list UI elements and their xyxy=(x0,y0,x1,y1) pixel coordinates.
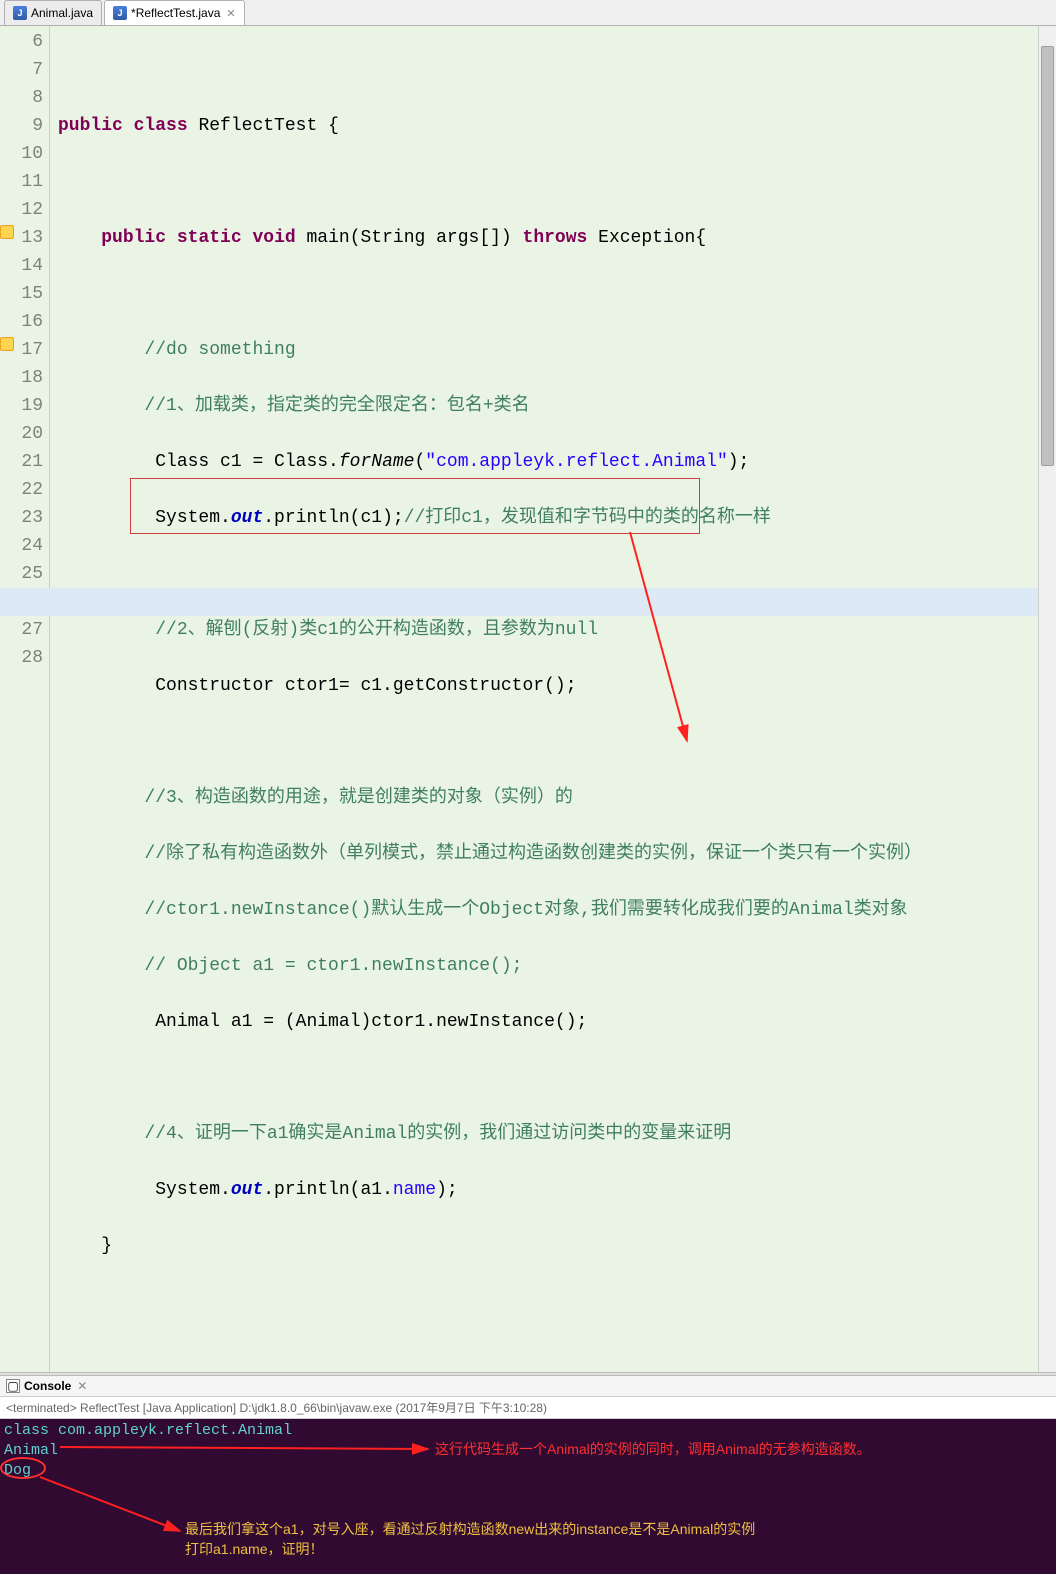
code-line xyxy=(58,560,1056,588)
console-output[interactable]: class com.appleyk.reflect.Animal Animal … xyxy=(0,1419,1056,1574)
warning-marker-icon[interactable] xyxy=(0,225,14,239)
annotation-text-1: 这行代码生成一个Animal的实例的同时，调用Animal的无参构造函数。 xyxy=(435,1439,871,1459)
scrollbar-thumb[interactable] xyxy=(1041,46,1054,466)
tab-label: Animal.java xyxy=(31,6,93,20)
editor-tabs: J Animal.java J *ReflectTest.java ✕ xyxy=(0,0,1056,26)
console-line: class com.appleyk.reflect.Animal xyxy=(4,1421,1052,1441)
console-status-line: <terminated> ReflectTest [Java Applicati… xyxy=(0,1397,1056,1419)
code-line xyxy=(58,56,1056,84)
annotation-text-2: 最后我们拿这个a1，对号入座，看通过反射构造函数new出来的instance是不… xyxy=(185,1519,755,1559)
code-line: //3、构造函数的用途，就是创建类的对象（实例）的 xyxy=(58,784,1056,812)
warning-marker-icon[interactable] xyxy=(0,337,14,351)
code-line: public class ReflectTest { xyxy=(58,112,1056,140)
close-icon[interactable]: ✕ xyxy=(226,7,235,20)
code-line: //1、加载类，指定类的完全限定名：包名+类名 xyxy=(58,392,1056,420)
tab-label: *ReflectTest.java xyxy=(131,6,220,20)
console-title[interactable]: Console xyxy=(24,1379,71,1393)
vertical-scrollbar[interactable] xyxy=(1038,26,1056,1372)
code-line: //2、解刨(反射)类c1的公开构造函数，且参数为null xyxy=(58,616,1056,644)
code-line xyxy=(58,1288,1056,1316)
code-line: //除了私有构造函数外（单列模式，禁止通过构造函数创建类的实例，保证一个类只有一… xyxy=(58,840,1056,868)
tab-reflecttest[interactable]: J *ReflectTest.java ✕ xyxy=(104,0,245,25)
code-line: Animal a1 = (Animal)ctor1.newInstance(); xyxy=(58,1008,1056,1036)
code-line: System.out.println(c1);//打印c1，发现值和字节码中的类… xyxy=(58,504,1056,532)
code-line xyxy=(58,728,1056,756)
code-line xyxy=(58,280,1056,308)
code-line: // Object a1 = ctor1.newInstance(); xyxy=(58,952,1056,980)
code-line: Class c1 = Class.forName("com.appleyk.re… xyxy=(58,448,1056,476)
line-number-gutter: 6 7 8 9 10 11 12 13 14 15 16 17 18 19 20… xyxy=(0,26,50,1372)
console-icon: ▢ xyxy=(6,1379,20,1393)
code-line xyxy=(58,168,1056,196)
console-line: Dog xyxy=(4,1461,1052,1481)
java-file-icon: J xyxy=(113,6,127,20)
java-file-icon: J xyxy=(13,6,27,20)
code-line: //4、证明一下a1确实是Animal的实例，我们通过访问类中的变量来证明 xyxy=(58,1120,1056,1148)
code-editor[interactable]: 6 7 8 9 10 11 12 13 14 15 16 17 18 19 20… xyxy=(0,26,1056,1372)
console-tab-bar: ▢ Console ✕ xyxy=(0,1376,1056,1397)
code-line: public static void main(String args[]) t… xyxy=(58,224,1056,252)
tab-animal[interactable]: J Animal.java xyxy=(4,0,102,25)
code-area[interactable]: public class ReflectTest { public static… xyxy=(50,26,1056,1372)
code-line: } xyxy=(58,1232,1056,1260)
code-line: Constructor ctor1= c1.getConstructor(); xyxy=(58,672,1056,700)
code-line xyxy=(58,1064,1056,1092)
code-line: System.out.println(a1.name); xyxy=(58,1176,1056,1204)
close-icon[interactable]: ✕ xyxy=(77,1379,87,1393)
circle-annotation xyxy=(0,1457,46,1479)
code-line: //ctor1.newInstance()默认生成一个Object对象,我们需要… xyxy=(58,896,1056,924)
code-line: //do something xyxy=(58,336,1056,364)
